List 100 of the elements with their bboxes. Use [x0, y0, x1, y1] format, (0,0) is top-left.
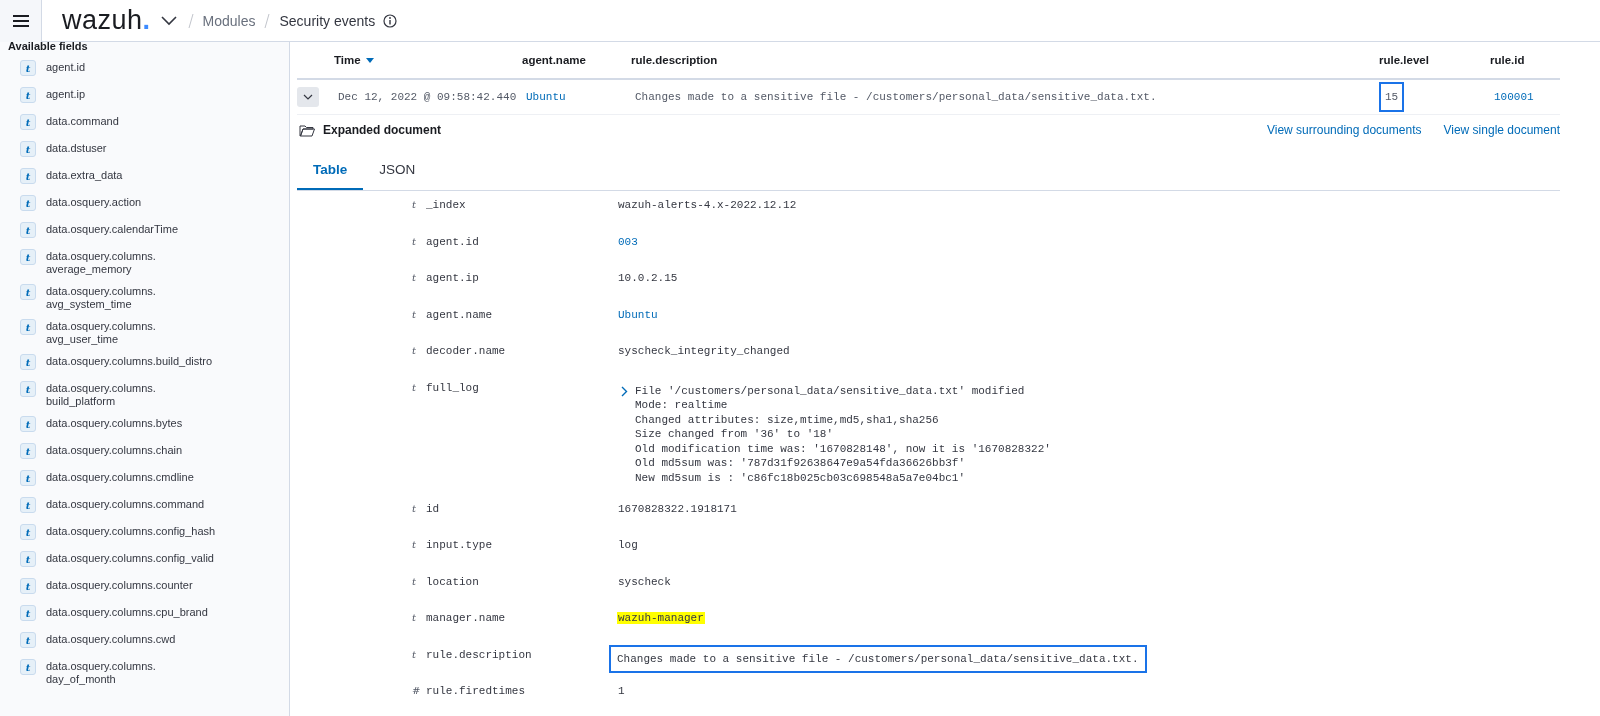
chevron-down-icon — [303, 94, 313, 100]
field-value: syscheck_integrity_changed — [617, 345, 791, 357]
field-type-icon: t — [412, 341, 426, 356]
field-name[interactable]: data.osquery.columns.cmdline — [46, 470, 194, 484]
field-name[interactable]: data.osquery.columns.chain — [46, 443, 183, 457]
document-link[interactable]: View surrounding documents — [1266, 123, 1422, 137]
field-name[interactable]: data.osquery.columns.config_hash — [46, 524, 216, 538]
field-value: wazuh-alerts-4.x-2022.12.12 — [617, 199, 798, 211]
field-type-badge: t — [20, 195, 36, 211]
log-line: New md5sum is : 'c86fc18b025cb03c698548a5a7e04bc1' — [635, 471, 967, 486]
field-type-icon: t — [412, 304, 426, 320]
field-name: rule.description — [426, 647, 533, 661]
column-header[interactable]: rule.id — [1490, 54, 1560, 66]
column-header[interactable]: Time — [334, 54, 522, 66]
field-type-icon: t — [412, 535, 426, 550]
field-name[interactable]: data.osquery.columns.command — [46, 497, 205, 511]
field-type-icon: # — [412, 681, 426, 696]
wazuh-logo[interactable]: wazuh. — [62, 7, 151, 34]
table-cell[interactable]: Ubuntu — [522, 84, 570, 110]
document-link[interactable]: View single document — [1443, 123, 1560, 137]
field-name: input.type — [426, 538, 493, 551]
info-icon[interactable] — [383, 13, 398, 28]
field-type-badge: t — [20, 632, 36, 648]
menu-icon — [12, 13, 29, 28]
column-header[interactable]: agent.name — [522, 54, 631, 66]
field-type-badge: t — [20, 578, 36, 594]
log-line: File '/customers/personal_data/sensitive_data.txt' modified — [635, 383, 1026, 399]
log-line: Changed attributes: size,mtime,md5,sha1,sha256 — [635, 412, 940, 428]
field-type-icon: t — [412, 498, 426, 514]
column-header[interactable]: rule.description — [631, 54, 1379, 66]
breadcrumb-separator-icon — [186, 11, 195, 30]
field-type-badge: t — [20, 605, 36, 621]
field-type-icon: t — [412, 644, 426, 660]
field-name[interactable]: data.osquery.columns. avg_user_time — [46, 319, 156, 346]
field-name[interactable]: data.osquery.columns.cwd — [46, 632, 176, 646]
field-type-icon: t — [412, 231, 426, 247]
field-type-badge: t — [20, 470, 36, 486]
expanded-document-title: Expanded document — [323, 123, 441, 137]
field-type-icon: t — [412, 377, 426, 393]
field-type-badge: t — [20, 319, 36, 335]
field-value: 10.0.2.15 — [617, 272, 679, 284]
field-name: id — [426, 501, 441, 515]
field-name[interactable]: data.extra_data — [46, 168, 123, 182]
field-type-icon: t — [412, 268, 426, 283]
field-type-badge: t — [20, 551, 36, 567]
field-type-badge: t — [20, 497, 36, 513]
field-name[interactable]: agent.ip — [46, 87, 86, 101]
log-line: Mode: realtime — [635, 398, 729, 413]
field-name[interactable]: agent.id — [46, 60, 86, 74]
chevron-down-icon[interactable] — [160, 15, 177, 26]
breadcrumb[interactable]: Modules — [202, 12, 256, 29]
field-name: agent.ip — [426, 271, 480, 284]
field-name[interactable]: data.dstuser — [46, 141, 107, 155]
table-cell: 15 — [1379, 82, 1405, 112]
field-type-badge: t — [20, 381, 36, 397]
field-type-badge: t — [20, 659, 36, 675]
breadcrumb: Security events — [279, 12, 376, 29]
field-name: location — [426, 574, 480, 588]
field-value: Changes made to a sensitive file - /customers/personal_data/sensitive_data.txt. — [609, 644, 1147, 673]
field-name: agent.name — [426, 307, 493, 321]
chevron-right-icon[interactable] — [621, 385, 628, 397]
field-name: manager.name — [426, 611, 507, 624]
field-name[interactable]: data.osquery.action — [46, 195, 142, 209]
field-name[interactable]: data.osquery.columns.build_distro — [46, 354, 213, 368]
column-header[interactable]: rule.level — [1379, 54, 1490, 66]
field-name[interactable]: data.command — [46, 114, 119, 128]
field-name[interactable]: data.osquery.columns.cpu_brand — [46, 605, 208, 619]
breadcrumb-separator-icon — [263, 11, 272, 30]
field-name: decoder.name — [426, 344, 507, 357]
field-name[interactable]: data.osquery.calendarTime — [46, 222, 179, 236]
field-type-badge: t — [20, 249, 36, 265]
sidebar-title: Available fields — [8, 42, 89, 52]
table-cell[interactable]: 100001 — [1490, 84, 1538, 110]
field-value[interactable]: Ubuntu — [617, 308, 659, 321]
field-type-badge: t — [20, 141, 36, 157]
field-name[interactable]: data.osquery.columns. avg_system_time — [46, 284, 156, 311]
field-name[interactable]: data.osquery.columns. day_of_month — [46, 659, 156, 686]
field-name[interactable]: data.osquery.columns.counter — [46, 578, 193, 592]
table-cell-text: Dec 12, 2022 @ 09:58:42.440 — [337, 90, 518, 105]
field-type-badge: t — [20, 168, 36, 184]
field-name: _index — [426, 198, 467, 211]
field-type-icon: t — [412, 571, 426, 587]
tab[interactable]: JSON — [363, 153, 432, 190]
field-value: 1 — [617, 685, 626, 697]
field-value: wazuh-manager — [617, 612, 705, 624]
field-type-badge: t — [20, 87, 36, 103]
field-type-icon: t — [412, 608, 426, 623]
log-line: Size changed from '36' to '18' — [635, 427, 835, 442]
table-cell-text: Changes made to a sensitive file - /customers/personal_data/sensitive_data.txt. — [634, 90, 1158, 105]
field-type-badge: t — [20, 354, 36, 370]
field-type-icon: t — [412, 195, 426, 210]
field-name[interactable]: data.osquery.columns. average_memory — [46, 249, 156, 276]
field-name[interactable]: data.osquery.columns.bytes — [46, 416, 183, 430]
tab[interactable]: Table — [297, 153, 364, 190]
menu-button[interactable] — [0, 0, 42, 42]
field-name[interactable]: data.osquery.columns.config_valid — [46, 551, 214, 565]
field-name[interactable]: data.osquery.columns. build_platform — [46, 381, 156, 408]
field-name: rule.firedtimes — [426, 684, 527, 697]
field-type-badge: t — [20, 222, 36, 238]
field-value[interactable]: 003 — [617, 235, 639, 248]
